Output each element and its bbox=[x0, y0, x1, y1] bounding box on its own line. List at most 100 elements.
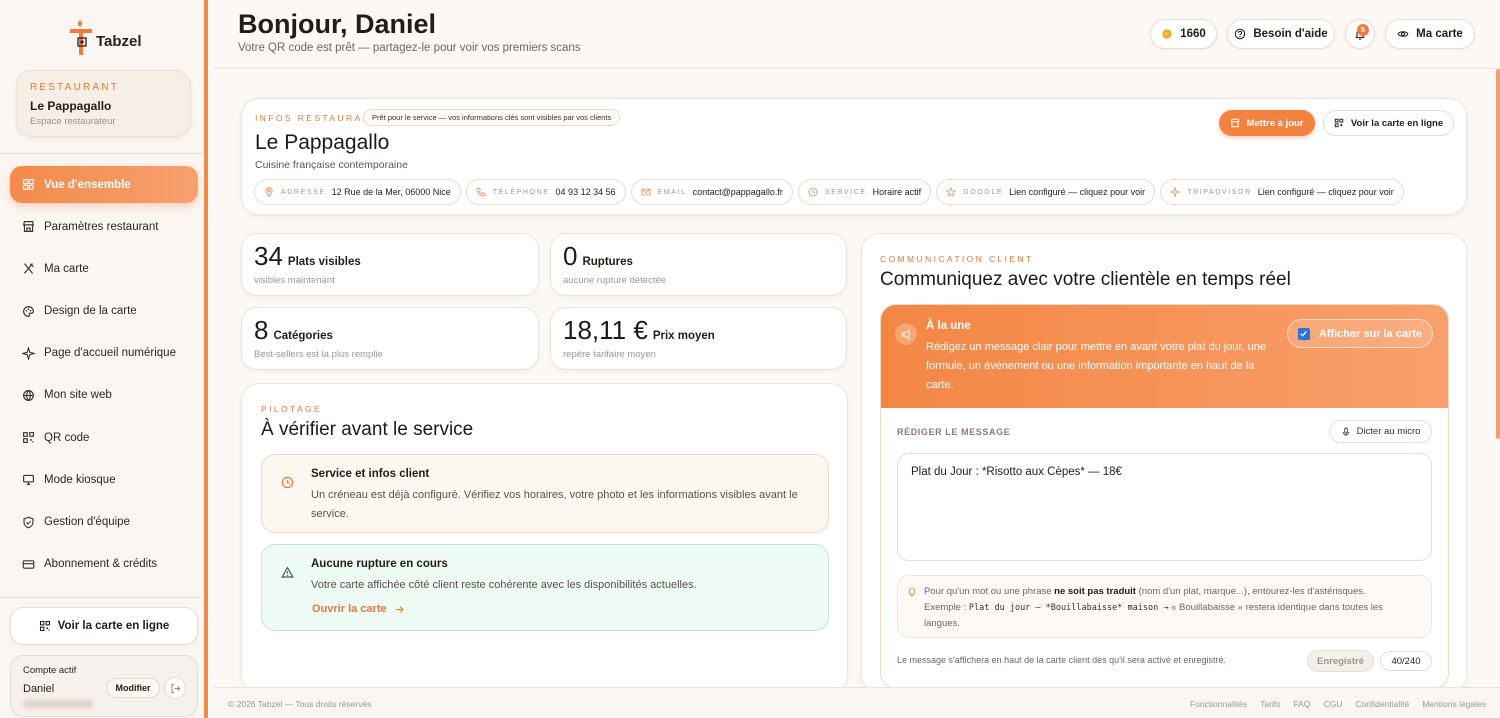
sidebar-item-label: Ma carte bbox=[44, 262, 89, 275]
account-label: Compte actif bbox=[23, 665, 77, 676]
grid-icon bbox=[22, 178, 35, 191]
footer-link-pricing[interactable]: Tarifs bbox=[1260, 699, 1280, 709]
pilotage-card: PILOTAGE À vérifier avant le service Ser… bbox=[241, 383, 848, 693]
tip-bold: ne soit pas traduit bbox=[1054, 586, 1136, 597]
saved-button[interactable]: Enregistré bbox=[1307, 650, 1374, 672]
footer: © 2026 Tabzel — Tous droits réservés Fon… bbox=[212, 687, 1500, 718]
sidebar-item-menu[interactable]: Ma carte bbox=[10, 250, 198, 287]
tripadvisor-chip[interactable]: TRIPADVISOR Lien configuré — cliquez pou… bbox=[1160, 179, 1404, 205]
cuisine-type: Cuisine française contemporaine bbox=[255, 159, 408, 171]
scrollbar[interactable] bbox=[1496, 69, 1500, 439]
warning-icon bbox=[281, 566, 294, 579]
checkbox-checked[interactable] bbox=[1297, 327, 1310, 340]
check-title: Service et infos client bbox=[311, 468, 430, 480]
address-chip[interactable]: ADRESSE 12 Rue de la Mer, 06000 Nice bbox=[254, 179, 461, 205]
chip-key: GOOGLE bbox=[963, 188, 1004, 196]
chip-key: TRIPADVISOR bbox=[1187, 188, 1252, 196]
my-menu-label: Ma carte bbox=[1416, 28, 1463, 40]
logo-mark-icon bbox=[66, 17, 96, 57]
chip-value: Horaire actif bbox=[872, 187, 922, 197]
stat-sub: repère tarifaire moyen bbox=[563, 349, 656, 360]
stat-sub: visibles maintenant bbox=[254, 275, 335, 286]
sidebar-item-team[interactable]: Gestion d'équipe bbox=[10, 504, 198, 541]
chip-key: EMAIL bbox=[657, 188, 687, 196]
message-textarea[interactable]: Plat du Jour : *Risotto aux Cèpes* — 18€ bbox=[897, 453, 1432, 561]
check-icon bbox=[1299, 329, 1308, 338]
clock-icon bbox=[281, 476, 294, 489]
stat-label: Prix moyen bbox=[652, 330, 715, 342]
email-chip[interactable]: EMAIL contact@pappagallo.fr bbox=[630, 179, 793, 205]
sidebar-item-subscription[interactable]: Abonnement & crédits bbox=[10, 546, 198, 583]
check-title: Aucune rupture en cours bbox=[311, 558, 448, 570]
credits-count: 1660 bbox=[1180, 28, 1206, 40]
notifications-button[interactable]: 5 bbox=[1345, 19, 1375, 49]
pilotage-eyebrow: PILOTAGE bbox=[261, 404, 323, 414]
stat-card-stockouts: 0 Ruptures aucune rupture détectée bbox=[550, 233, 847, 296]
megaphone-icon bbox=[895, 323, 917, 345]
open-menu-link[interactable]: Ouvrir la carte bbox=[312, 603, 405, 615]
store-icon bbox=[22, 220, 35, 233]
footer-link-features[interactable]: Fonctionnalités bbox=[1190, 699, 1247, 709]
microphone-icon bbox=[1341, 427, 1351, 437]
stat-sub: aucune rupture détectée bbox=[563, 275, 666, 286]
mail-icon bbox=[641, 187, 651, 197]
footer-link-faq[interactable]: FAQ bbox=[1293, 699, 1310, 709]
write-message-label: RÉDIGER LE MESSAGE bbox=[897, 427, 1011, 437]
sidebar-item-restaurant-settings[interactable]: Paramètres restaurant bbox=[10, 208, 198, 245]
sidebar-item-website[interactable]: Mon site web bbox=[10, 377, 198, 414]
show-on-menu-label: Afficher sur la carte bbox=[1318, 327, 1423, 340]
shield-icon bbox=[22, 516, 35, 529]
modify-account-button[interactable]: Modifier bbox=[106, 678, 160, 698]
brand-logo[interactable]: Tabzel bbox=[66, 16, 146, 58]
view-menu-online-button[interactable]: Voir la carte en ligne bbox=[10, 607, 198, 645]
sidebar-item-homepage[interactable]: Page d'accueil numérique bbox=[10, 335, 198, 372]
stockout-check-item: Aucune rupture en cours Votre carte affi… bbox=[261, 544, 829, 631]
update-info-button[interactable]: Mettre à jour bbox=[1219, 110, 1315, 136]
header-divider bbox=[212, 68, 1500, 69]
help-button[interactable]: Besoin d'aide bbox=[1227, 19, 1335, 49]
restaurant-sub: Espace restaurateur bbox=[30, 116, 116, 127]
dictate-button[interactable]: Dicter au micro bbox=[1329, 420, 1432, 443]
credits-button[interactable]: 1660 bbox=[1150, 19, 1217, 49]
view-menu-online-label: Voir la carte en ligne bbox=[57, 620, 170, 632]
account-panel: Compte actif Daniel Modifier bbox=[10, 655, 198, 717]
globe-icon bbox=[22, 389, 35, 402]
sidebar-item-label: Abonnement & crédits bbox=[44, 558, 158, 571]
view-menu-online-header-button[interactable]: Voir la carte en ligne bbox=[1323, 110, 1454, 136]
open-menu-label: Ouvrir la carte bbox=[312, 603, 387, 615]
chip-value: Lien configuré — cliquez pour voir bbox=[1257, 187, 1394, 197]
sidebar-item-overview[interactable]: Vue d'ensemble bbox=[10, 166, 198, 203]
sidebar-item-label: Page d'accueil numérique bbox=[44, 347, 176, 360]
sidebar-item-kiosk[interactable]: Mode kiosque bbox=[10, 461, 198, 498]
logout-button[interactable] bbox=[164, 677, 186, 699]
stat-card-visible-dishes: 34 Plats visibles visibles maintenant bbox=[241, 233, 539, 296]
show-on-menu-toggle[interactable]: Afficher sur la carte bbox=[1287, 319, 1433, 348]
google-chip[interactable]: GOOGLE Lien configuré — cliquez pour voi… bbox=[936, 179, 1156, 205]
footer-link-legal[interactable]: Mentions légales bbox=[1422, 699, 1486, 709]
help-label: Besoin d'aide bbox=[1253, 28, 1328, 40]
tip-example-label: Exemple : bbox=[924, 602, 969, 613]
restaurant-card[interactable]: RESTAURANT Le Pappagallo Espace restaura… bbox=[16, 70, 191, 137]
phone-chip[interactable]: TÉLÉPHONE 04 93 12 34 56 bbox=[465, 179, 626, 205]
service-chip[interactable]: SERVICE Horaire actif bbox=[797, 179, 932, 205]
chip-value: Lien configuré — cliquez pour voir bbox=[1009, 187, 1146, 197]
sidebar-item-label: QR code bbox=[44, 431, 90, 444]
check-text: Votre carte affichée côté client reste c… bbox=[311, 579, 697, 591]
update-info-label: Mettre à jour bbox=[1246, 117, 1304, 129]
utensils-icon bbox=[22, 262, 35, 275]
tip-text-c: (nom d'un plat, marque...), entourez-les… bbox=[1135, 586, 1366, 597]
footer-link-terms[interactable]: CGU bbox=[1323, 699, 1342, 709]
qr-icon bbox=[1334, 118, 1344, 128]
notification-badge: 5 bbox=[1357, 24, 1369, 36]
my-menu-button[interactable]: Ma carte bbox=[1385, 19, 1475, 49]
stat-number: 8 bbox=[254, 315, 269, 345]
sidebar-item-qr-code[interactable]: QR code bbox=[10, 419, 198, 456]
stat-card-average-price: 18,11 € Prix moyen repère tarifaire moyen bbox=[550, 307, 847, 370]
view-menu-online-label: Voir la carte en ligne bbox=[1350, 117, 1444, 129]
sidebar-item-label: Vue d'ensemble bbox=[44, 178, 131, 191]
sidebar-item-label: Mon site web bbox=[44, 389, 112, 402]
tip-text-a: Pour qu'un mot ou une phrase bbox=[924, 586, 1055, 597]
sidebar-item-menu-design[interactable]: Design de la carte bbox=[10, 293, 198, 330]
footer-link-privacy[interactable]: Confidentialité bbox=[1355, 699, 1409, 709]
page-subtitle: Votre QR code est prêt — partagez-le pou… bbox=[238, 42, 581, 54]
